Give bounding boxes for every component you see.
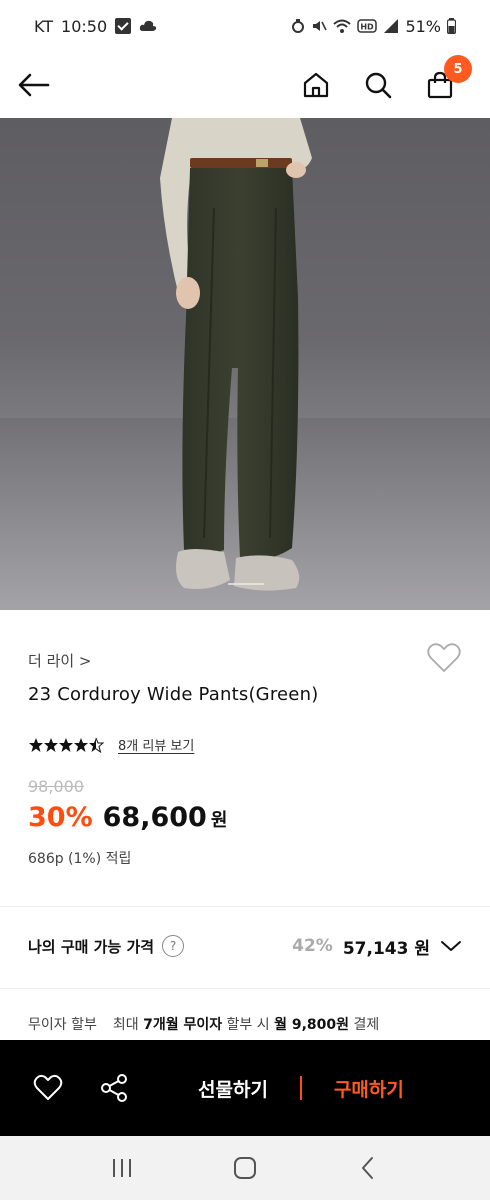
- cloud-notification-icon: [139, 20, 157, 31]
- svg-text:HD: HD: [361, 23, 375, 32]
- section-divider: [0, 906, 490, 907]
- chevron-left-icon: [362, 1157, 374, 1179]
- system-navigation-bar: [0, 1136, 490, 1200]
- recent-apps-icon: [112, 1159, 131, 1177]
- search-button[interactable]: [362, 69, 394, 101]
- sale-price: 68,600: [102, 802, 207, 833]
- product-image[interactable]: [0, 118, 490, 610]
- signal-icon: [384, 19, 399, 33]
- check-notification-icon: [115, 18, 132, 34]
- mute-icon: [313, 21, 328, 31]
- heart-icon: [427, 643, 461, 672]
- back-button[interactable]: [18, 69, 50, 101]
- my-price-row[interactable]: 나의 구매 가능 가격 ? 42% 57,143 원: [28, 918, 462, 974]
- help-icon[interactable]: ?: [162, 935, 185, 957]
- price-row: 30% 68,600 원: [28, 802, 227, 833]
- recent-apps-button[interactable]: [102, 1148, 142, 1188]
- action-separator: [299, 1076, 302, 1100]
- gift-button[interactable]: 선물하기: [198, 1075, 268, 1102]
- clock: 10:50: [61, 16, 108, 36]
- rating-stars: [29, 737, 105, 753]
- wifi-icon: [333, 19, 352, 33]
- battery-icon: [447, 18, 456, 34]
- original-price: 98,000: [28, 777, 84, 796]
- share-button[interactable]: [96, 1070, 132, 1106]
- section-divider: [0, 988, 490, 989]
- chevron-down-icon[interactable]: [440, 939, 462, 953]
- home-circle-icon: [233, 1157, 256, 1179]
- top-navigation: 5: [0, 52, 490, 118]
- back-arrow-icon: [18, 73, 50, 97]
- my-price-label: 나의 구매 가능 가격: [28, 937, 155, 956]
- product-title: 23 Corduroy Wide Pants(Green): [28, 684, 319, 705]
- alarm-icon: [292, 19, 305, 33]
- buy-button[interactable]: 구매하기: [334, 1075, 404, 1102]
- discount-rate: 30%: [28, 802, 93, 833]
- installment-row: 무이자 할부 최대 7개월 무이자 할부 시 월 9,800원 결제: [28, 1014, 462, 1034]
- my-price-value: 57,143 원: [342, 938, 430, 959]
- review-link[interactable]: 8개 리뷰 보기: [118, 735, 194, 754]
- product-photo-illustration: [0, 118, 490, 610]
- cart-button[interactable]: 5: [424, 55, 472, 101]
- share-icon: [101, 1074, 127, 1102]
- system-back-button[interactable]: [348, 1148, 388, 1188]
- system-home-button[interactable]: [225, 1148, 265, 1188]
- installment-detail: 최대 7개월 무이자 할부 시 월 9,800원 결제: [112, 1017, 380, 1033]
- currency-label: 원: [210, 810, 228, 831]
- rating-row: 8개 리뷰 보기: [28, 735, 194, 754]
- brand-link[interactable]: 더 라이 >: [28, 650, 92, 671]
- home-icon: [303, 72, 329, 98]
- cart-count-badge: 5: [444, 55, 472, 83]
- home-button[interactable]: [300, 69, 332, 101]
- search-icon: [365, 72, 392, 99]
- my-discount-rate: 42%: [292, 936, 333, 956]
- battery-percent: 51%: [405, 16, 441, 36]
- heart-icon: [33, 1074, 63, 1100]
- wishlist-bar-button[interactable]: [30, 1070, 66, 1106]
- carrier-label: KT: [34, 16, 54, 36]
- installment-label: 무이자 할부: [28, 1017, 97, 1033]
- hd-voice-icon: HD: [357, 19, 378, 33]
- status-bar: KT 10:50 HD 51%: [0, 0, 490, 52]
- bottom-action-bar: 선물하기 구매하기: [0, 1040, 490, 1136]
- brand-row: 더 라이 >: [28, 642, 462, 678]
- wishlist-button[interactable]: [426, 642, 462, 678]
- reward-points: 686p (1%) 적립: [28, 851, 132, 867]
